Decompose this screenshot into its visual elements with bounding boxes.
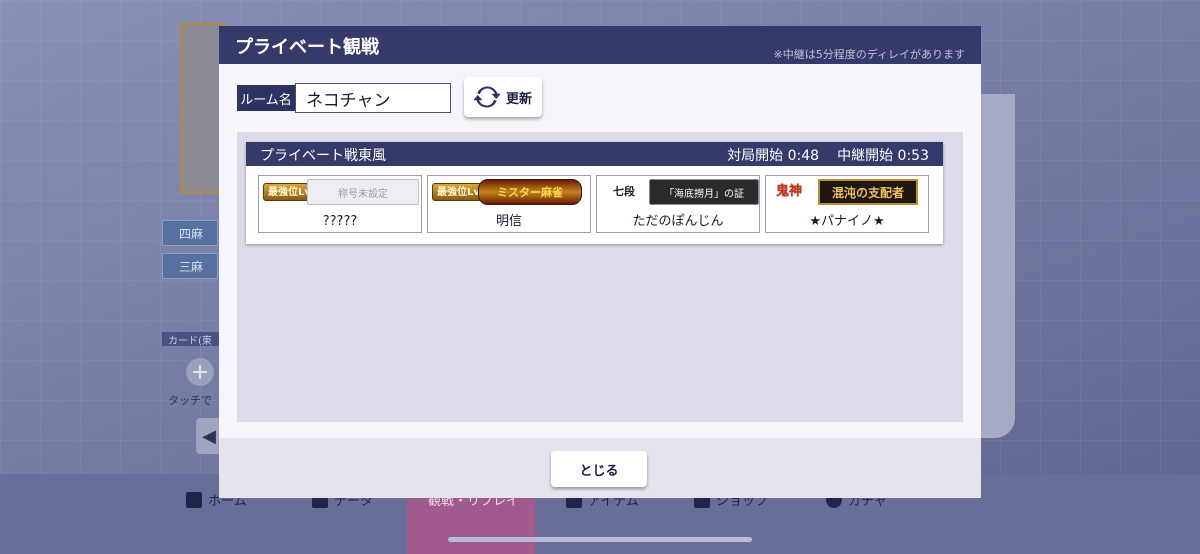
- refresh-label: 更新: [505, 91, 532, 107]
- refresh-icon: [473, 86, 500, 108]
- card-label: カード(東: [162, 332, 222, 347]
- title-plate: 混沌の支配者: [818, 179, 918, 205]
- refresh-button[interactable]: 更新: [464, 77, 542, 117]
- right-side-panel: [981, 94, 1015, 438]
- mode-tab-sanma: 三麻: [162, 253, 218, 279]
- player-slot-3: 七段 「海底撈月」の証 ただのぽんじん: [596, 175, 760, 233]
- player-name: ?????: [322, 214, 358, 229]
- player-slot-4: 鬼神 混沌の支配者 ★パナイノ★: [765, 175, 929, 233]
- start-time: 0:48: [787, 148, 820, 164]
- close-button[interactable]: とじる: [551, 451, 647, 487]
- mode-tab-yonma: 四麻: [162, 220, 218, 246]
- private-watch-dialog: プライベート観戦 ※中継は5分程度のディレイがあります ルーム名 更新 プライベ…: [219, 26, 981, 498]
- match-name: プライベート戦東風: [260, 148, 386, 164]
- add-card-icon: +: [186, 358, 214, 386]
- match-list: プライベート戦東風 対局開始 0:48 中継開始 0:53 最強位Lv2 称号未…: [237, 132, 963, 422]
- dialog-body: ルーム名 更新 プライベート戦東風 対局開始 0:48: [219, 64, 981, 438]
- relay-label: 中継開始: [837, 148, 894, 164]
- dialog-footer: とじる: [219, 438, 981, 498]
- dialog-header: プライベート観戦 ※中継は5分程度のディレイがあります: [219, 26, 981, 64]
- room-name-label: ルーム名: [237, 85, 295, 111]
- rank-badge: 鬼神: [776, 184, 803, 199]
- match-start: 対局開始 0:48: [727, 145, 819, 165]
- home-indicator: [448, 537, 752, 542]
- dialog-title: プライベート観戦: [235, 37, 379, 58]
- player-name: ただのぽんじん: [632, 214, 724, 229]
- player-slot-2: 最強位Lv3 ミスター麻雀 明信: [427, 175, 591, 233]
- player-name: 明信: [495, 214, 522, 229]
- title-plate: 「海底撈月」の証: [649, 179, 759, 205]
- start-label: 対局開始: [727, 148, 784, 164]
- room-name-input[interactable]: [295, 83, 451, 113]
- player-slot-1: 最強位Lv2 称号未設定 ?????: [258, 175, 422, 233]
- match-times: 対局開始 0:48 中継開始 0:53: [727, 145, 929, 165]
- delay-note: ※中継は5分程度のディレイがあります: [773, 48, 965, 61]
- rank-badge: 七段: [613, 185, 635, 198]
- relay-time: 0:53: [897, 148, 929, 164]
- player-name: ★パナイノ★: [809, 214, 885, 229]
- relay-start: 中継開始 0:53: [837, 145, 929, 165]
- match-card[interactable]: プライベート戦東風 対局開始 0:48 中継開始 0:53 最強位Lv2 称号未…: [246, 142, 943, 244]
- touch-hint: タッチで: [168, 394, 212, 407]
- title-plate: 称号未設定: [307, 179, 419, 205]
- match-header: プライベート戦東風 対局開始 0:48 中継開始 0:53: [246, 142, 943, 166]
- home-icon: [186, 491, 202, 508]
- title-plate: ミスター麻雀: [478, 179, 582, 205]
